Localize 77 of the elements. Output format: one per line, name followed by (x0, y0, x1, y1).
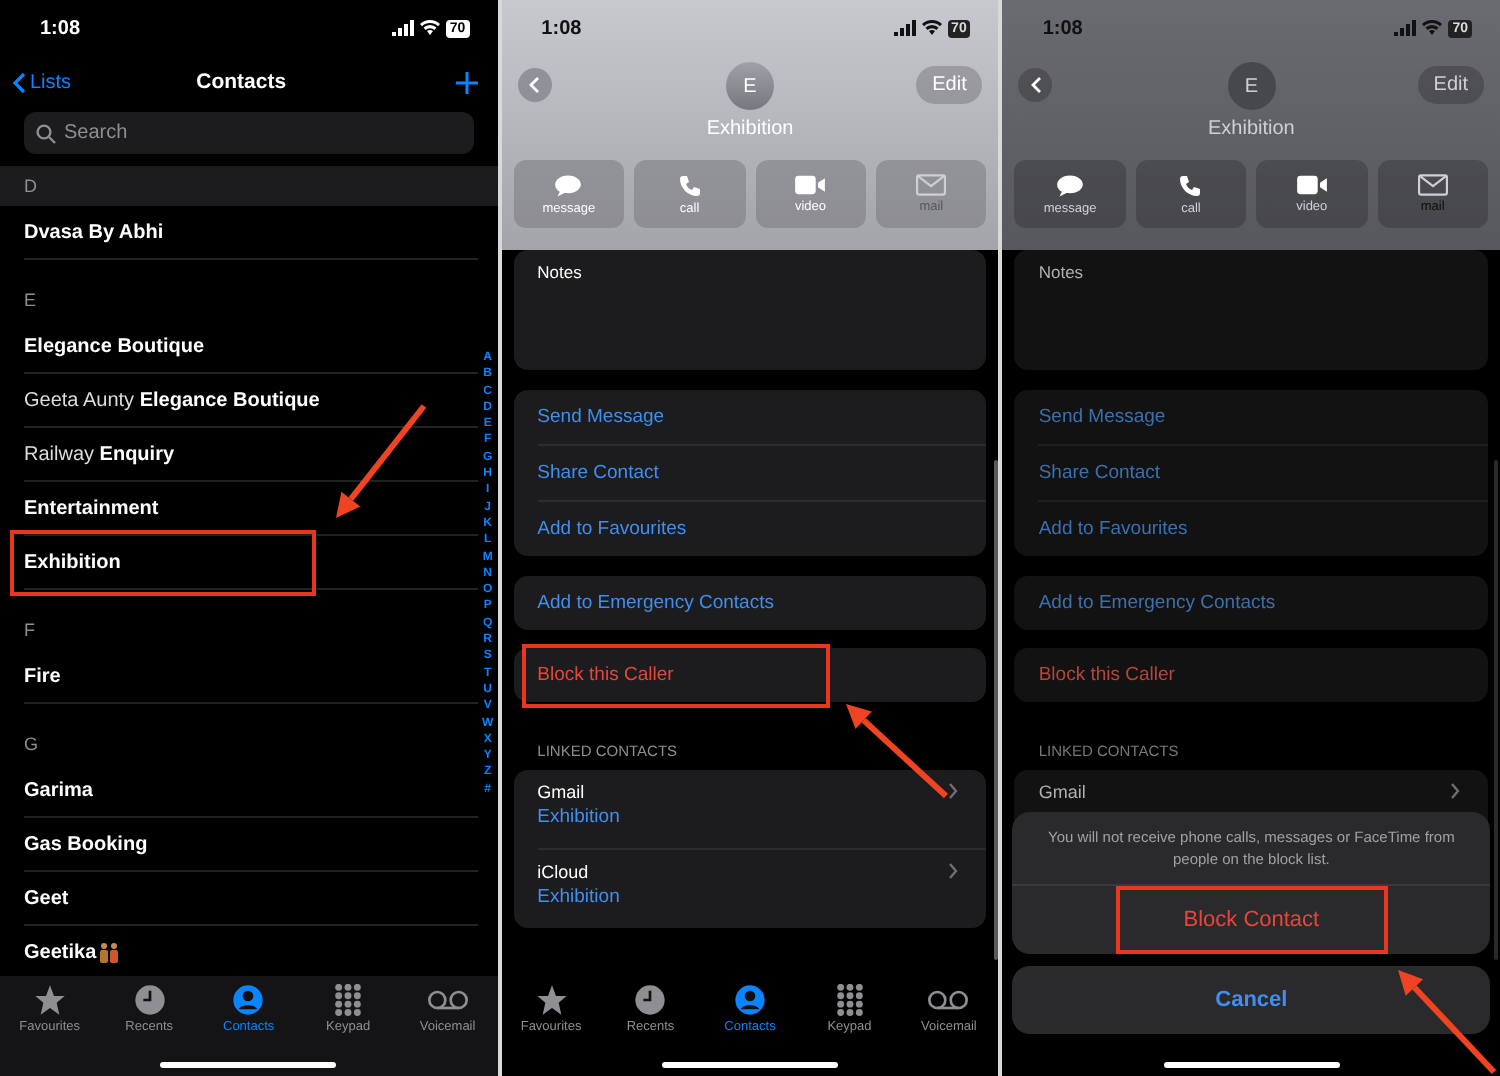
contact-name[interactable]: Exhibition (24, 551, 121, 573)
video-camera-icon (1295, 174, 1328, 196)
clock-icon (634, 984, 667, 1016)
option-link[interactable]: Send Message (537, 390, 987, 444)
wifi-icon (419, 20, 440, 36)
screen-title: Contacts (196, 70, 287, 94)
chevron-icon[interactable] (948, 862, 959, 880)
option-link[interactable]: Add to Emergency Contacts (537, 576, 987, 630)
cancel-button[interactable]: Cancel (1012, 966, 1491, 1034)
search-field[interactable]: Search (24, 112, 474, 154)
avatar: E (726, 62, 774, 110)
status-time: 1:08 (40, 17, 81, 39)
video-camera-icon (794, 174, 827, 196)
phone-icon (1178, 173, 1203, 197)
speech-bubble-icon (1056, 173, 1085, 197)
avatar: E (1227, 62, 1276, 110)
contact-name[interactable]: Geet (24, 887, 69, 909)
contact-name[interactable]: Garima (24, 779, 93, 801)
section-letter: E (24, 290, 37, 310)
wifi-icon (1422, 20, 1443, 36)
clock-icon (133, 984, 166, 1016)
option-link[interactable]: Share Contact (1038, 446, 1489, 500)
linked-contact-link[interactable]: Exhibition (537, 806, 620, 828)
signal-icon (391, 20, 414, 36)
contact-name: Exhibition (1206, 118, 1297, 144)
section-letter: D (24, 176, 37, 196)
block-caller-link[interactable]: Block this Caller (1038, 648, 1489, 702)
contact-name: Exhibition (704, 118, 796, 144)
keypad-icon (833, 984, 866, 1016)
back-chevron-icon (528, 75, 541, 93)
wifi-icon (921, 20, 942, 36)
edit-button[interactable]: Edit (1417, 65, 1485, 103)
contact-name[interactable]: Dvasa By Abhi (24, 221, 164, 243)
option-link[interactable]: Add to Favourites (1038, 502, 1489, 556)
chevron-icon[interactable] (948, 782, 959, 800)
back-chevron-icon (1029, 75, 1042, 93)
account-name: Gmail (1038, 782, 1086, 802)
option-link[interactable]: Share Contact (537, 446, 987, 500)
section-letter: G (24, 734, 39, 754)
chevron-icon[interactable] (1450, 782, 1461, 800)
speech-bubble-icon (554, 173, 583, 197)
notes-card[interactable]: Notes (1014, 250, 1489, 370)
back-button[interactable]: Lists (12, 71, 72, 93)
contact-name[interactable]: Geeta Aunty Elegance Boutique (24, 389, 320, 411)
notes-label: Notes (1038, 262, 1084, 282)
back-chevron-icon (12, 71, 26, 93)
contact-name[interactable]: Gas Booking (24, 833, 148, 855)
account-name: Gmail (537, 782, 587, 802)
contact-name[interactable]: Railway Enquiry (24, 443, 175, 465)
notes-label: Notes (537, 262, 582, 282)
option-link[interactable]: Send Message (1038, 390, 1489, 444)
block-caller-link[interactable]: Block this Caller (537, 648, 987, 702)
option-link[interactable]: Add to Emergency Contacts (1038, 576, 1489, 630)
envelope-icon (916, 174, 947, 196)
phone-icon (677, 173, 702, 197)
star-icon (535, 984, 568, 1016)
contact-name[interactable]: Entertainment (24, 497, 159, 519)
contact-name[interactable]: Fire (24, 665, 61, 687)
option-link[interactable]: Add to Favourites (537, 502, 987, 556)
contact-name[interactable]: Geetika (24, 941, 97, 963)
status-time: 1:08 (1042, 17, 1083, 39)
back-button[interactable] (1018, 67, 1053, 101)
add-icon[interactable] (455, 71, 478, 93)
envelope-icon (1417, 174, 1448, 196)
linked-contact-link[interactable]: Exhibition (537, 886, 620, 908)
star-icon (33, 984, 66, 1016)
keypad-icon (332, 984, 365, 1016)
notes-card[interactable]: Notes (513, 250, 987, 370)
person-icon (232, 984, 265, 1016)
contact-name[interactable]: Elegance Boutique (24, 335, 205, 357)
signal-icon (893, 20, 916, 36)
section-letter: F (24, 620, 35, 640)
status-time: 1:08 (541, 17, 582, 39)
signal-icon (1394, 20, 1417, 36)
block-contact-button[interactable]: Block Contact (1115, 886, 1388, 954)
person-icon (734, 984, 766, 1016)
account-name: iCloud (537, 862, 591, 882)
